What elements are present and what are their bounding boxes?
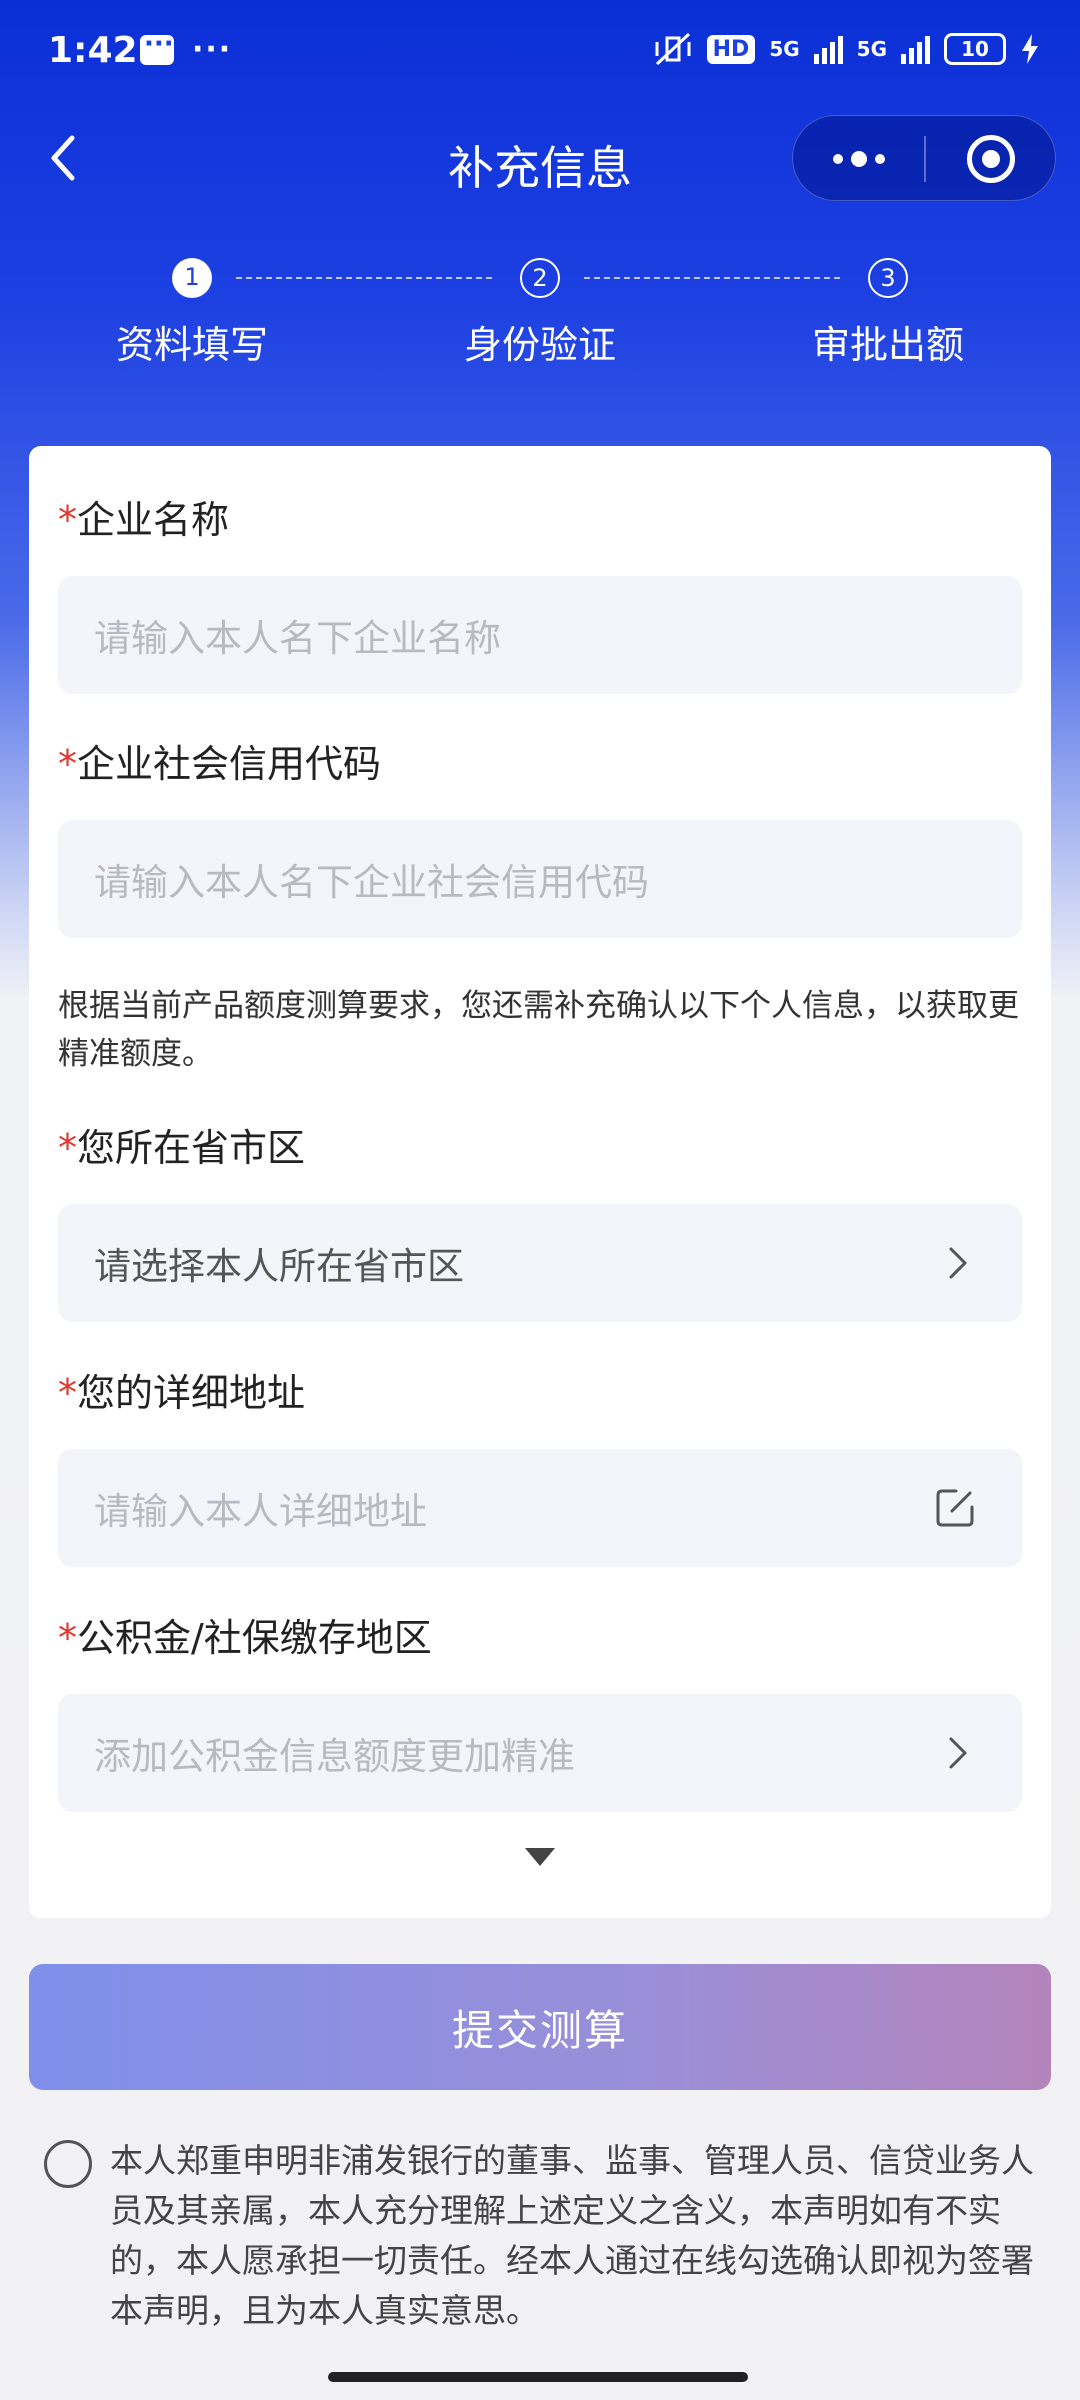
signal-icon-2 [901, 34, 930, 64]
company-name-field: *企业名称 请输入本人名下企业名称 [58, 490, 1022, 694]
company-name-input[interactable]: 请输入本人名下企业名称 [58, 576, 1022, 694]
field-label: *公积金/社保缴存地区 [58, 1616, 432, 1660]
step-2: 2 身份验证 [390, 258, 690, 369]
fund-region-select[interactable]: 添加公积金信息额度更加精准 [58, 1694, 1022, 1812]
chevron-right-icon [949, 1247, 967, 1279]
step-label: 审批出额 [811, 323, 964, 367]
submit-button[interactable]: 提交测算 [29, 1964, 1051, 2090]
fund-region-field: *公积金/社保缴存地区 添加公积金信息额度更加精准 [58, 1608, 1022, 1812]
agreement-text: 本人郑重申明非浦发银行的董事、监事、管理人员、信贷业务人员及其亲属，本人充分理解… [110, 2141, 1034, 2330]
close-mini-program-button[interactable] [925, 116, 1057, 202]
agreement-checkbox[interactable] [44, 2140, 92, 2188]
field-label: *您所在省市区 [58, 1126, 306, 1170]
step-label: 身份验证 [463, 323, 616, 367]
status-time: 1:42 [48, 30, 138, 71]
network-type-2: 5G [856, 37, 887, 61]
message-icon [140, 29, 174, 65]
mute-vibrate-icon [655, 32, 691, 66]
hd-badge: HD [706, 34, 756, 64]
network-type-1: 5G [769, 37, 800, 61]
expand-more-icon[interactable] [525, 1848, 555, 1868]
address-placeholder: 请输入本人详细地址 [94, 1490, 427, 1533]
region-field: *您所在省市区 请选择本人所在省市区 [58, 1118, 1022, 1322]
address-input[interactable]: 请输入本人详细地址 [58, 1449, 1022, 1567]
field-label: *您的详细地址 [58, 1371, 306, 1415]
edit-icon[interactable] [934, 1487, 976, 1529]
region-select-value: 请选择本人所在省市区 [94, 1245, 464, 1288]
more-notifications-icon: ··· [192, 32, 233, 67]
step-number: 3 [868, 258, 908, 298]
form-card: *企业名称 请输入本人名下企业名称 *企业社会信用代码 请输入本人名下企业社会信… [29, 446, 1051, 1918]
status-bar: 1:42 ··· HD 5G 5G 10 [0, 0, 1080, 110]
field-label: *企业社会信用代码 [58, 742, 382, 786]
step-number: 1 [172, 258, 212, 298]
more-options-button[interactable] [793, 116, 925, 202]
step-number: 2 [520, 258, 560, 298]
nav-bar: 补充信息 [0, 110, 1080, 210]
step-label: 资料填写 [115, 323, 268, 367]
field-label: *企业名称 [58, 498, 230, 542]
signal-icon [813, 34, 843, 64]
address-field: *您的详细地址 请输入本人详细地址 [58, 1363, 1022, 1567]
home-indicator[interactable] [328, 2372, 748, 2382]
charging-icon [1022, 34, 1038, 64]
fund-region-placeholder: 添加公积金信息额度更加精准 [94, 1735, 575, 1778]
region-select[interactable]: 请选择本人所在省市区 [58, 1204, 1022, 1322]
credit-code-field: *企业社会信用代码 请输入本人名下企业社会信用代码 [58, 734, 1022, 938]
step-1: 1 资料填写 [42, 258, 342, 369]
battery-icon: 10 [944, 33, 1006, 65]
step-3: 3 审批出额 [738, 258, 1038, 369]
credit-code-input[interactable]: 请输入本人名下企业社会信用代码 [58, 820, 1022, 938]
progress-steps: 1 资料填写 2 身份验证 3 审批出额 [0, 258, 1080, 378]
chevron-right-icon [949, 1737, 967, 1769]
mini-program-capsule [792, 115, 1056, 201]
notice-text: 根据当前产品额度测算要求，您还需补充确认以下个人信息，以获取更精准额度。 [58, 988, 1019, 1072]
target-icon [967, 135, 1015, 183]
